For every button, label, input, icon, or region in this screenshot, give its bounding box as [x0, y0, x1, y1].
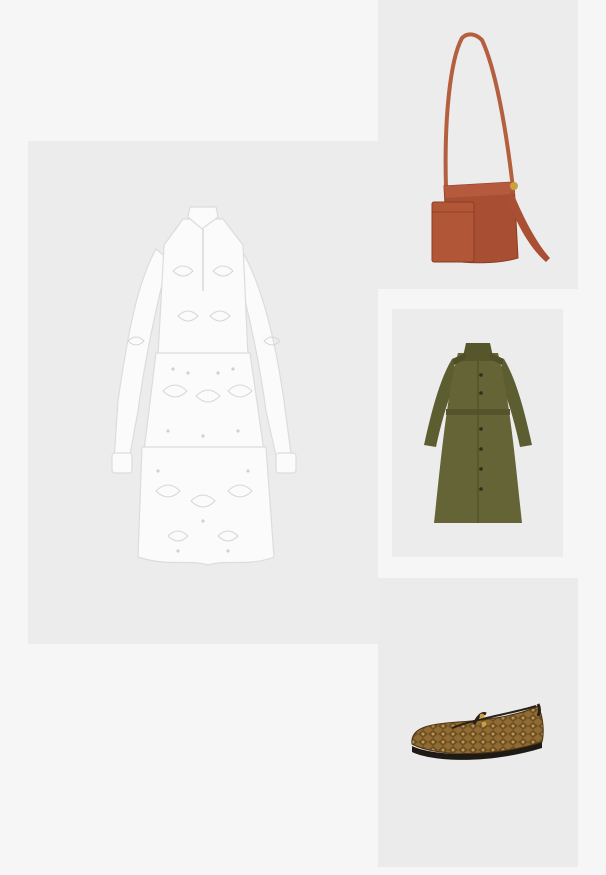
- dress-product-image: [111, 206, 297, 566]
- trench-coat-product-image: [424, 343, 532, 523]
- snakeskin-flat-product-image: [411, 703, 544, 760]
- bucket-bag-product-image: [431, 32, 550, 264]
- product-tile-dress[interactable]: [28, 141, 378, 644]
- product-tile-shoe[interactable]: [378, 578, 578, 867]
- product-tile-bag[interactable]: [378, 0, 578, 289]
- product-tile-coat[interactable]: [392, 309, 563, 557]
